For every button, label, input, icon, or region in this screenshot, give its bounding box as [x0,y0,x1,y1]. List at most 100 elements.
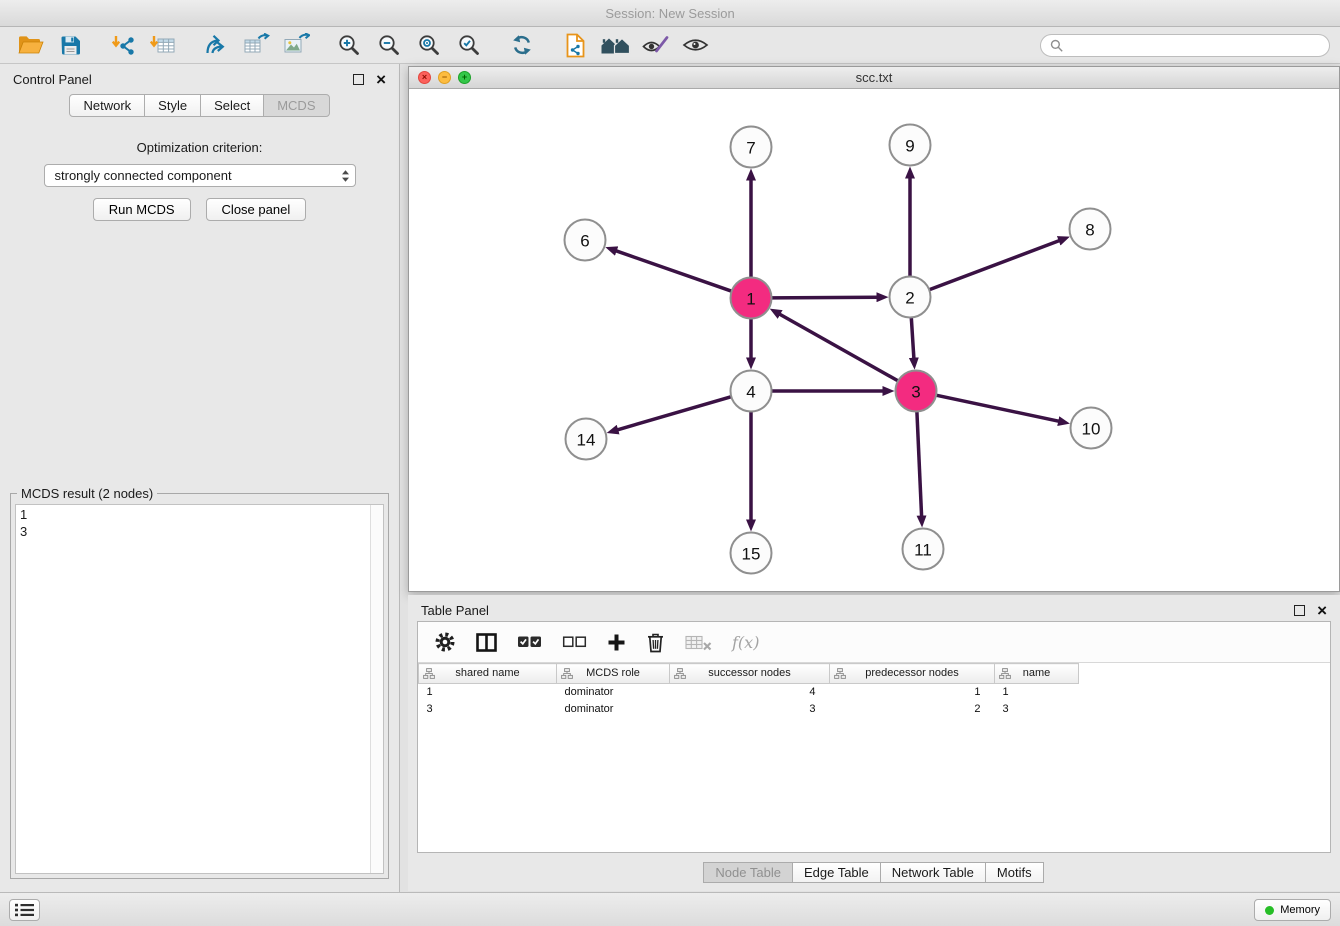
run-mcds-button[interactable]: Run MCDS [93,198,191,221]
toolbar-separator [542,45,555,46]
window-titlebar[interactable]: Session: New Session [0,0,1340,27]
close-table-panel-icon[interactable]: × [1317,605,1327,616]
table-cell[interactable]: 2 [830,701,995,718]
dropdown-stepper-icon [341,169,350,183]
select-all-button[interactable] [517,627,542,657]
table-cell[interactable]: 3 [995,701,1079,718]
toggle-columns-icon [476,633,497,652]
node-10[interactable]: 10 [1071,408,1112,449]
node-9[interactable]: 9 [890,125,931,166]
edge-3-10[interactable] [936,395,1059,421]
node-14[interactable]: 14 [566,419,607,460]
node-6[interactable]: 6 [565,220,606,261]
deselect-all-button[interactable] [562,627,587,657]
table-cell[interactable]: 1 [830,684,995,701]
export-image-button[interactable] [276,29,316,61]
import-network-button[interactable] [103,29,143,61]
network-graph[interactable]: 7 9 6 8 1 2 4 3 14 10 15 11 [409,89,1339,591]
tab-motifs[interactable]: Motifs [985,862,1044,883]
table-cell[interactable]: 1 [419,684,557,701]
column-sort-icon [834,668,846,682]
node-7[interactable]: 7 [731,127,772,168]
edge-1-6[interactable] [616,251,732,292]
close-window-icon[interactable]: × [418,71,431,84]
table-cell[interactable]: 4 [670,684,830,701]
delete-row-button[interactable] [646,627,665,657]
export-table-button[interactable] [236,29,276,61]
node-11[interactable]: 11 [903,529,944,570]
network-window[interactable]: × − + scc.txt 7 9 6 8 1 2 4 3 14 10 15 11 [408,66,1340,592]
close-panel-icon[interactable]: × [376,74,386,85]
edge-2-3[interactable] [911,318,914,359]
table-row[interactable]: 3dominator323 [419,701,1079,718]
float-panel-icon[interactable] [353,74,364,85]
tab-select[interactable]: Select [200,94,264,117]
show-details-button[interactable] [675,29,715,61]
table-row[interactable]: 1dominator411 [419,684,1079,701]
network-canvas[interactable]: 7 9 6 8 1 2 4 3 14 10 15 11 [409,89,1339,591]
copy-style-button[interactable] [555,29,595,61]
edge-3-11[interactable] [917,412,922,517]
column-header-MCDS-role[interactable]: MCDS role [557,664,670,684]
table-cell[interactable]: 3 [670,701,830,718]
column-header-successor-nodes[interactable]: successor nodes [670,664,830,684]
node-8[interactable]: 8 [1070,209,1111,250]
node-table[interactable]: shared nameMCDS rolesuccessor nodesprede… [418,663,1330,852]
save-session-button[interactable] [50,29,90,61]
home-view-button[interactable] [595,29,635,61]
edge-2-8[interactable] [929,241,1059,290]
result-scrollbar[interactable] [370,505,383,873]
tab-network-table[interactable]: Network Table [880,862,986,883]
toggle-columns-button[interactable] [476,627,497,657]
open-session-button[interactable] [10,29,50,61]
optimization-dropdown-value: strongly connected component [55,168,232,183]
optimization-dropdown[interactable]: strongly connected component [44,164,356,187]
zoom-selected-button[interactable] [449,29,489,61]
node-3[interactable]: 3 [896,371,937,412]
search-input[interactable] [1068,38,1320,52]
export-network-button[interactable] [196,29,236,61]
svg-text:2: 2 [905,289,914,308]
minimize-window-icon[interactable]: − [438,71,451,84]
table-cell[interactable]: dominator [557,684,670,701]
column-header-name[interactable]: name [995,664,1079,684]
table-cell[interactable]: 1 [995,684,1079,701]
node-1[interactable]: 1 [731,278,772,319]
close-panel-button[interactable]: Close panel [206,198,307,221]
tab-style[interactable]: Style [144,94,201,117]
select-all-icon [517,633,542,651]
tab-network[interactable]: Network [69,94,145,117]
tab-edge-table[interactable]: Edge Table [792,862,881,883]
column-sort-icon [561,668,573,682]
edge-3-1[interactable] [779,314,898,381]
style-preview-button[interactable] [635,29,675,61]
table-cell[interactable]: dominator [557,701,670,718]
network-window-titlebar[interactable]: × − + scc.txt [409,67,1339,89]
zoom-out-button[interactable] [369,29,409,61]
column-header-predecessor-nodes[interactable]: predecessor nodes [830,664,995,684]
edge-1-2[interactable] [772,297,878,298]
control-panel-header: Control Panel × [0,64,399,94]
task-history-button[interactable] [9,899,40,921]
refresh-button[interactable] [502,29,542,61]
tab-mcds[interactable]: MCDS [263,94,329,117]
node-15[interactable]: 15 [731,533,772,574]
svg-text:14: 14 [577,431,596,450]
node-4[interactable]: 4 [731,371,772,412]
column-sort-icon [674,668,686,682]
add-row-button[interactable] [607,627,626,657]
column-header-shared-name[interactable]: shared name [419,664,557,684]
node-2[interactable]: 2 [890,277,931,318]
memory-button[interactable]: Memory [1254,899,1331,921]
import-table-button[interactable] [143,29,183,61]
maximize-window-icon[interactable]: + [458,71,471,84]
zoom-in-button[interactable] [329,29,369,61]
edge-4-14[interactable] [617,397,731,430]
tab-node-table[interactable]: Node Table [703,862,793,883]
table-settings-button[interactable] [434,627,456,657]
float-table-panel-icon[interactable] [1294,605,1305,616]
zoom-fit-button[interactable] [409,29,449,61]
table-cell[interactable]: 3 [419,701,557,718]
mcds-result-text[interactable]: 13 [15,504,384,874]
search-box[interactable] [1040,34,1330,57]
